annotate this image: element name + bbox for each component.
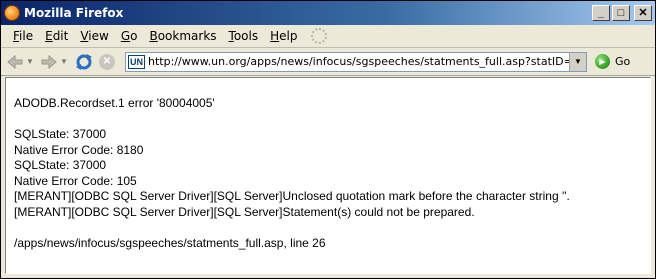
menu-bar: File Edit View Go Bookmarks Tools Help — [1, 25, 655, 48]
error-detail-line: [MERANT][ODBC SQL Server Driver][SQL Ser… — [14, 204, 475, 219]
error-detail-line: Native Error Code: 105 — [14, 173, 137, 188]
menu-file[interactable]: File — [7, 29, 39, 43]
forward-button[interactable] — [39, 52, 59, 72]
error-source-line: /apps/news/infocus/sgspeeches/statments_… — [14, 235, 326, 250]
back-history-dropdown[interactable]: ▼ — [25, 57, 35, 66]
title-bar[interactable]: Mozilla Firefox _ □ ✕ — [1, 1, 655, 25]
close-button[interactable]: ✕ — [634, 5, 652, 21]
url-history-dropdown[interactable]: ▼ — [569, 52, 586, 71]
go-label: Go — [615, 55, 631, 68]
page-content[interactable]: ADODB.Recordset.1 error '80004005' SQLSt… — [5, 77, 651, 274]
go-arrow-icon: ▶ — [595, 54, 610, 69]
menu-view[interactable]: View — [74, 29, 114, 43]
reload-icon — [76, 53, 92, 70]
error-detail-line: Native Error Code: 8180 — [14, 142, 144, 157]
maximize-button[interactable]: □ — [612, 5, 630, 21]
forward-arrow-icon — [41, 54, 57, 69]
window-title: Mozilla Firefox — [24, 6, 124, 20]
stop-button[interactable]: ✕ — [99, 53, 115, 70]
url-input[interactable]: http://www.un.org/apps/news/infocus/sgsp… — [148, 55, 569, 68]
navigation-toolbar: ▼ ▼ ✕ UN http://www.un.org/apps/news/inf… — [1, 48, 655, 76]
minimize-button[interactable]: _ — [592, 5, 610, 21]
error-detail-line: [MERANT][ODBC SQL Server Driver][SQL Ser… — [14, 189, 570, 203]
throbber-icon — [311, 28, 328, 44]
error-detail-line: SQLState: 37000 — [14, 127, 107, 141]
back-arrow-icon — [7, 54, 23, 69]
menu-edit[interactable]: Edit — [39, 29, 74, 43]
firefox-icon — [4, 5, 20, 21]
site-favicon: UN — [128, 54, 145, 69]
menu-help[interactable]: Help — [264, 29, 303, 43]
error-title: ADODB.Recordset.1 error '80004005' — [14, 96, 215, 110]
browser-window: Mozilla Firefox _ □ ✕ File Edit View Go … — [0, 0, 656, 279]
address-bar[interactable]: UN http://www.un.org/apps/news/infocus/s… — [125, 51, 587, 72]
stop-icon: ✕ — [102, 56, 112, 67]
menu-bookmarks[interactable]: Bookmarks — [143, 29, 222, 43]
go-button[interactable]: ▶ Go — [595, 54, 630, 69]
menu-tools[interactable]: Tools — [223, 29, 265, 43]
menu-go[interactable]: Go — [115, 29, 144, 43]
error-detail-line: SQLState: 37000 — [14, 158, 107, 172]
back-button[interactable] — [5, 52, 25, 72]
reload-button[interactable] — [75, 53, 93, 71]
forward-history-dropdown[interactable]: ▼ — [59, 57, 69, 66]
